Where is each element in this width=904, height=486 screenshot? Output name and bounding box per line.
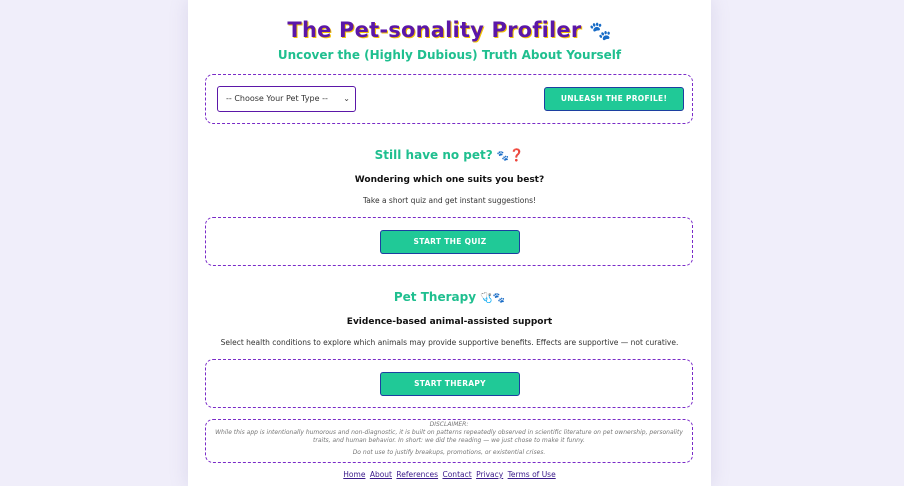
footer-link-home[interactable]: Home [343, 470, 365, 479]
therapy-subheading: Evidence-based animal-assisted support [346, 317, 553, 327]
no-pet-subheading: Wondering which one suits you best? [354, 175, 545, 185]
start-therapy-button[interactable]: START THERAPY [380, 372, 520, 396]
footer-link-references[interactable]: References [396, 470, 438, 479]
footer-link-about[interactable]: About [370, 470, 392, 479]
therapy-heading: Pet Therapy 🩺🐾 [188, 290, 711, 304]
disclaimer-heading: DISCLAIMER: [429, 421, 469, 428]
footer-nav: Home About References Contact Privacy Te… [188, 470, 711, 479]
disclaimer: DISCLAIMER: While this app is intentiona… [206, 421, 692, 457]
page-title-text: The Pet-sonality Profiler [287, 18, 582, 42]
pet-type-select-value: -- Choose Your Pet Type -- [226, 94, 328, 103]
pet-type-select[interactable]: -- Choose Your Pet Type -- ⌄ [217, 86, 356, 112]
disclaimer-line: traits, and human behavior. In short: we… [313, 437, 585, 444]
disclaimer-line: Do not use to justify breakups, promotio… [352, 449, 546, 456]
no-pet-text: Take a short quiz and get instant sugges… [362, 196, 537, 205]
therapy-text: Select health conditions to explore whic… [220, 338, 679, 347]
page-title: The Pet-sonality Profiler 🐾 [188, 18, 711, 42]
therapy-box: START THERAPY [205, 359, 693, 408]
paw-icon: 🐾 [588, 21, 612, 42]
start-quiz-button[interactable]: START THE QUIZ [380, 230, 520, 254]
no-pet-heading-text: Still have no pet? [374, 148, 493, 162]
profile-form-box: -- Choose Your Pet Type -- ⌄ UNLEASH THE… [205, 74, 693, 124]
disclaimer-box: DISCLAIMER: While this app is intentiona… [205, 419, 693, 463]
question-icon: ❓ [509, 148, 525, 162]
page-subtitle: Uncover the (Highly Dubious) Truth About… [277, 48, 622, 62]
footer-link-contact[interactable]: Contact [442, 470, 471, 479]
chevron-down-icon: ⌄ [343, 94, 350, 103]
therapy-heading-text: Pet Therapy [393, 290, 477, 304]
no-pet-heading: Still have no pet? 🐾❓ [188, 148, 711, 162]
unleash-profile-button[interactable]: UNLEASH THE PROFILE! [544, 87, 684, 111]
stethoscope-icon: 🩺 [480, 293, 493, 304]
footer-link-privacy[interactable]: Privacy [476, 470, 503, 479]
paw-icon: 🐾 [492, 293, 506, 304]
main-panel: The Pet-sonality Profiler 🐾 Uncover the … [188, 0, 711, 486]
disclaimer-line: While this app is intentionally humorous… [215, 429, 683, 436]
footer-link-terms[interactable]: Terms of Use [508, 470, 556, 479]
quiz-box: START THE QUIZ [205, 217, 693, 266]
paw-icon: 🐾 [496, 151, 510, 162]
